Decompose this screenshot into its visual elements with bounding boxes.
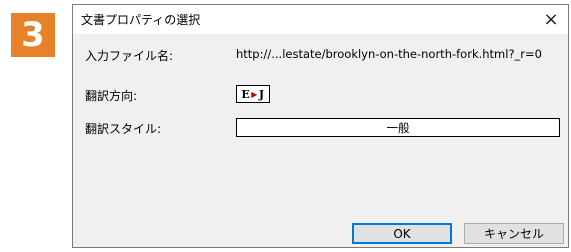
translation-direction-label: 翻訳方向: — [85, 89, 138, 103]
close-icon: × — [543, 9, 559, 30]
translation-style-button[interactable]: 一般 — [236, 118, 560, 137]
direction-to-text: J — [258, 87, 265, 101]
direction-arrow-icon: ▶ — [251, 89, 258, 99]
cancel-button[interactable]: キャンセル — [464, 223, 564, 244]
translation-style-value: 一般 — [386, 120, 410, 135]
document-properties-dialog: 文書プロパティの選択 × 入力ファイル名: http://...lestate/… — [72, 4, 569, 248]
dialog-title: 文書プロパティの選択 — [81, 13, 201, 27]
input-file-label: 入力ファイル名: — [85, 49, 174, 63]
title-bar: 文書プロパティの選択 × — [73, 5, 568, 34]
direction-from-text: E — [241, 87, 251, 101]
translation-style-label: 翻訳スタイル: — [85, 122, 162, 136]
cancel-button-label: キャンセル — [483, 227, 544, 241]
ok-button-label: OK — [393, 226, 411, 241]
close-button[interactable]: × — [534, 5, 568, 34]
ok-button[interactable]: OK — [352, 223, 452, 244]
input-file-field[interactable]: http://...lestate/brooklyn-on-the-north-… — [235, 45, 563, 64]
english-to-japanese-icon[interactable]: E ▶ J — [236, 85, 270, 103]
step-number-badge: 3 — [11, 13, 55, 57]
